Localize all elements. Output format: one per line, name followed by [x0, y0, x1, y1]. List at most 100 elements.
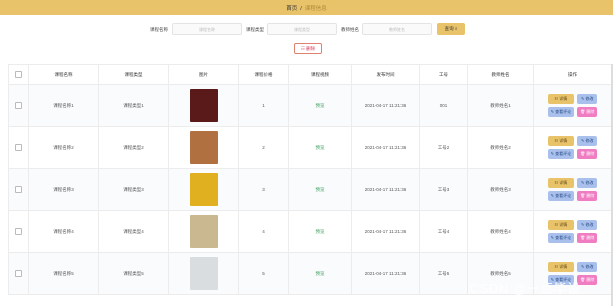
action-buttons: ☷ 详情 ✎ 修改 ✎ 查看评论 🗑 删除 [534, 220, 611, 243]
column-header: 课程视频 [288, 64, 352, 85]
breadcrumb: 首页 / 课程信息 [0, 4, 613, 12]
action-buttons: ☷ 详情 ✎ 修改 ✎ 查看评论 🗑 删除 [534, 136, 611, 159]
search-bar: 课程名称 课程名称 课程类型 课程类型 教师姓名 教师姓名 查询 ⌕ [0, 22, 613, 38]
detail-button[interactable]: ☷ 详情 [547, 262, 575, 272]
course-cover-image [189, 88, 218, 122]
course-name-cell: 课程名称3 [28, 168, 99, 211]
actions-cell: ☷ 详情 ✎ 修改 ✎ 查看评论 🗑 删除 [533, 168, 612, 211]
row-select-cell[interactable] [8, 210, 29, 253]
edit-button[interactable]: ✎ 修改 [577, 136, 598, 146]
video-preview-link[interactable]: 预览 [316, 229, 325, 234]
course-cover-image [189, 256, 218, 290]
edit-button[interactable]: ✎ 修改 [577, 178, 598, 188]
course-video-cell: 预览 [288, 252, 352, 295]
select-all-checkbox[interactable] [15, 70, 22, 78]
row-checkbox[interactable] [15, 143, 22, 151]
search-button[interactable]: 查询 ⌕ [437, 23, 465, 35]
publish-time-cell: 2021-04-17 11:21:36 [351, 252, 420, 295]
video-preview-link[interactable]: 预览 [316, 271, 325, 276]
course-price-cell: 5 [238, 252, 289, 295]
actions-cell: ☷ 详情 ✎ 修改 ✎ 查看评论 🗑 删除 [533, 210, 612, 253]
column-header: 操作 [533, 64, 612, 85]
course-cover-image [189, 130, 218, 164]
teacher-name-cell: 教师姓名1 [467, 84, 534, 127]
course-price-cell: 2 [238, 126, 289, 169]
teacher-name-input[interactable]: 教师姓名 [362, 23, 432, 35]
view-comments-button[interactable]: ✎ 查看评论 [547, 107, 575, 117]
column-header: 工号 [419, 64, 468, 85]
publish-time-cell: 2021-04-17 11:21:36 [351, 126, 420, 169]
column-header: 发布时间 [351, 64, 420, 85]
course-name-input[interactable]: 课程名称 [172, 23, 242, 35]
course-type-cell: 课程类型5 [98, 252, 169, 295]
action-buttons: ☷ 详情 ✎ 修改 ✎ 查看评论 🗑 删除 [534, 178, 611, 201]
view-comments-button[interactable]: ✎ 查看评论 [547, 191, 575, 201]
course-name-cell: 课程名称2 [28, 126, 99, 169]
row-checkbox[interactable] [15, 185, 22, 193]
video-preview-link[interactable]: 预览 [316, 187, 325, 192]
course-cover-image [189, 214, 218, 248]
action-buttons: ☷ 详情 ✎ 修改 ✎ 查看评论 🗑 删除 [534, 94, 611, 117]
course-table: 课程名称 课程类型 图片 课程价格 课程视频 发布时间 工号 教师姓名 操作 课… [8, 64, 612, 295]
row-select-cell[interactable] [8, 126, 29, 169]
course-name-cell: 课程名称4 [28, 210, 99, 253]
row-select-cell[interactable] [8, 84, 29, 127]
row-checkbox[interactable] [15, 269, 22, 277]
course-name-label: 课程名称 [150, 27, 168, 32]
row-checkbox[interactable] [15, 227, 22, 235]
breadcrumb-home[interactable]: 首页 [286, 6, 297, 12]
teacher-id-cell: 工号2 [419, 126, 468, 169]
delete-button[interactable]: 🗑 删除 [577, 149, 598, 159]
course-name-cell: 课程名称1 [28, 84, 99, 127]
course-video-cell: 预览 [288, 168, 352, 211]
teacher-name-cell: 教师姓名4 [467, 210, 534, 253]
column-header: 课程价格 [238, 64, 289, 85]
table-header: 课程名称 课程类型 图片 课程价格 课程视频 发布时间 工号 教师姓名 操作 [8, 64, 612, 85]
course-image-cell [168, 252, 239, 295]
view-comments-button[interactable]: ✎ 查看评论 [547, 233, 575, 243]
course-cover-image [189, 172, 218, 206]
detail-button[interactable]: ☷ 详情 [547, 220, 575, 230]
edit-button[interactable]: ✎ 修改 [577, 220, 598, 230]
delete-button[interactable]: 🗑 删除 [577, 107, 598, 117]
video-preview-link[interactable]: 预览 [316, 145, 325, 150]
teacher-id-cell: 工号3 [419, 168, 468, 211]
breadcrumb-separator: / [300, 6, 302, 12]
course-video-cell: 预览 [288, 126, 352, 169]
view-comments-button[interactable]: ✎ 查看评论 [547, 149, 575, 159]
course-image-cell [168, 126, 239, 169]
course-type-label: 课程类型 [246, 27, 264, 32]
edit-button[interactable]: ✎ 修改 [577, 262, 598, 272]
actions-cell: ☷ 详情 ✎ 修改 ✎ 查看评论 🗑 删除 [533, 84, 612, 127]
course-type-cell: 课程类型4 [98, 210, 169, 253]
teacher-name-cell: 教师姓名3 [467, 168, 534, 211]
course-image-cell [168, 84, 239, 127]
header-bar: 首页 / 课程信息 [0, 0, 613, 15]
column-header: 图片 [168, 64, 239, 85]
course-price-cell: 3 [238, 168, 289, 211]
delete-button[interactable]: 🗑 删除 [577, 191, 598, 201]
batch-delete-button[interactable]: ☷ 删除 [294, 43, 322, 54]
edit-button[interactable]: ✎ 修改 [577, 94, 598, 104]
course-type-input[interactable]: 课程类型 [267, 23, 337, 35]
teacher-name-cell: 教师姓名2 [467, 126, 534, 169]
column-header: 课程类型 [98, 64, 169, 85]
delete-button[interactable]: 🗑 删除 [577, 233, 598, 243]
course-price-cell: 4 [238, 210, 289, 253]
row-select-cell[interactable] [8, 252, 29, 295]
course-type-cell: 课程类型3 [98, 168, 169, 211]
table-row: 课程名称2 课程类型2 2 预览 2021-04-17 11:21:36 工号2 教师姓名2… [8, 126, 612, 169]
teacher-id-cell: 工号5 [419, 252, 468, 295]
course-type-cell: 课程类型2 [98, 126, 169, 169]
table-row: 课程名称1 课程类型1 1 预览 2021-04-17 11:21:36 001 教师姓名1… [8, 84, 612, 127]
row-select-cell[interactable] [8, 168, 29, 211]
detail-button[interactable]: ☷ 详情 [547, 136, 575, 146]
row-checkbox[interactable] [15, 101, 22, 109]
video-preview-link[interactable]: 预览 [316, 103, 325, 108]
publish-time-cell: 2021-04-17 11:21:36 [351, 168, 420, 211]
select-all-header[interactable] [8, 64, 29, 85]
detail-button[interactable]: ☷ 详情 [547, 178, 575, 188]
teacher-id-cell: 工号4 [419, 210, 468, 253]
teacher-name-label: 教师姓名 [341, 27, 359, 32]
detail-button[interactable]: ☷ 详情 [547, 94, 575, 104]
